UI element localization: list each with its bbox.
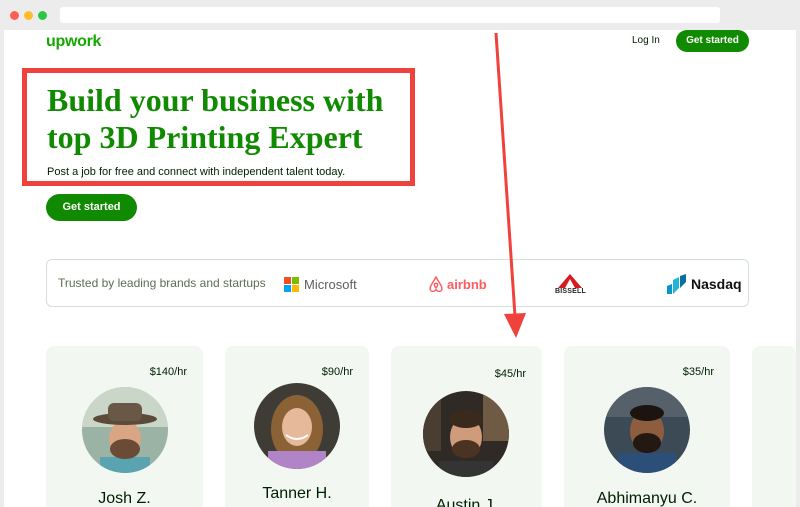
- annotation-arrow-icon: [494, 32, 526, 338]
